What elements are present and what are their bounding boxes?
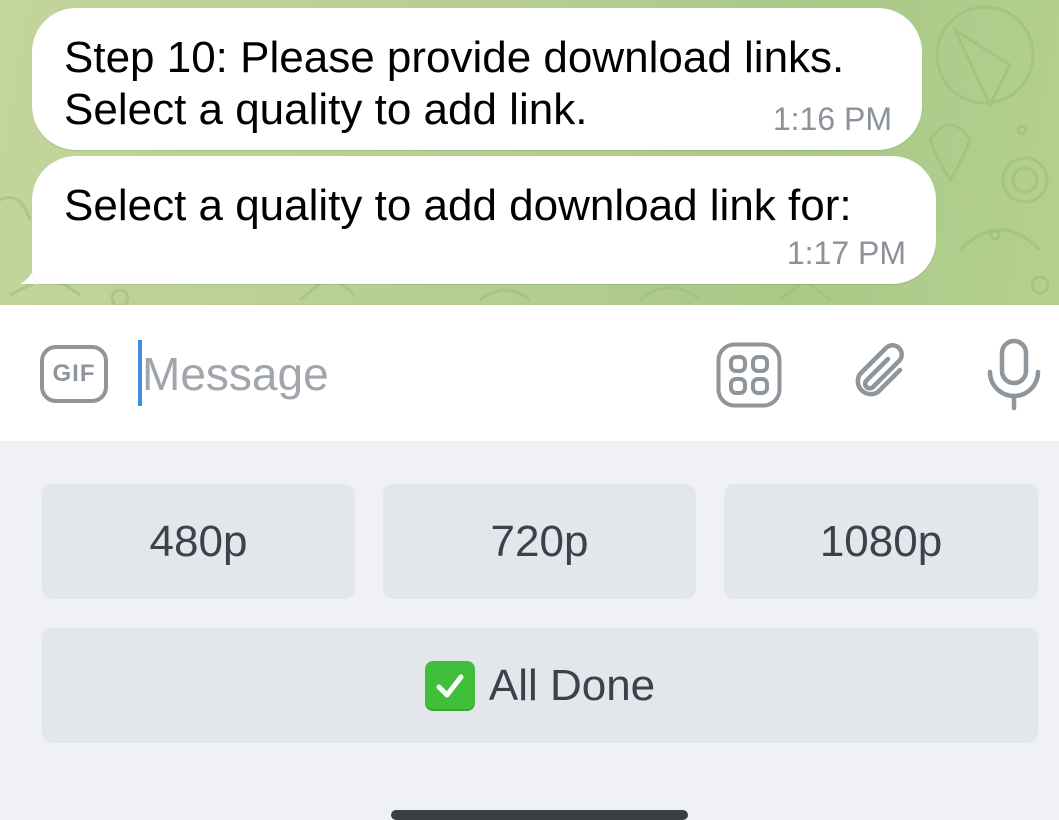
message-time: 1:17 PM [786, 235, 906, 271]
message-input[interactable] [140, 342, 682, 406]
home-indicator [391, 810, 688, 820]
message-bubble: Step 10: Please provide download links. … [32, 8, 922, 150]
message-bubble: Select a quality to add download link fo… [32, 156, 936, 284]
check-mark-icon [424, 660, 475, 711]
gif-icon[interactable]: GIF [40, 345, 108, 403]
message-time: 1:16 PM [772, 101, 892, 137]
quality-720p-button[interactable]: 720p [383, 484, 696, 599]
paperclip-icon[interactable] [848, 340, 918, 410]
message-text: Step 10: Please provide download links. … [64, 33, 845, 134]
microphone-icon[interactable] [984, 338, 1044, 412]
quality-1080p-button[interactable]: 1080p [724, 484, 1038, 599]
quality-480p-button[interactable]: 480p [42, 484, 355, 599]
all-done-button[interactable]: All Done [42, 628, 1038, 743]
stickers-icon[interactable] [716, 342, 782, 408]
chat-area: Step 10: Please provide download links. … [0, 0, 1059, 305]
message-text: Select a quality to add download link fo… [64, 181, 852, 230]
all-done-label: All Done [488, 660, 656, 710]
